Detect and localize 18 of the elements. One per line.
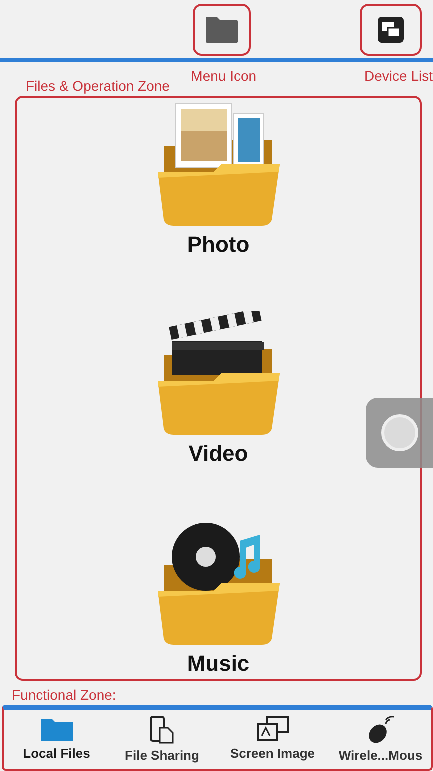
tab[interactable]: Wirele...Mous [330, 710, 431, 769]
annotation-label: Menu Icon [191, 68, 257, 84]
annotation-label: Functional Zone: [12, 687, 118, 704]
tab[interactable]: File Sharing [109, 710, 215, 769]
phone-document-icon [150, 716, 174, 744]
screens-icon [256, 716, 289, 742]
annotation-label: Files & Operation Zone [26, 78, 171, 94]
circle-icon [380, 413, 420, 453]
annotation-label: Device List [364, 68, 433, 84]
folder-label[interactable]: Music [187, 651, 250, 678]
folder-icon[interactable] [205, 16, 239, 44]
folder-icon [40, 716, 74, 742]
floating-touch-button[interactable] [366, 398, 433, 468]
tab[interactable]: Local Files [4, 710, 110, 769]
tab[interactable]: Screen Image [214, 710, 331, 769]
devices-icon[interactable] [377, 16, 405, 44]
folder-label[interactable]: Photo [187, 232, 250, 258]
folder-label[interactable]: Video [188, 441, 248, 468]
